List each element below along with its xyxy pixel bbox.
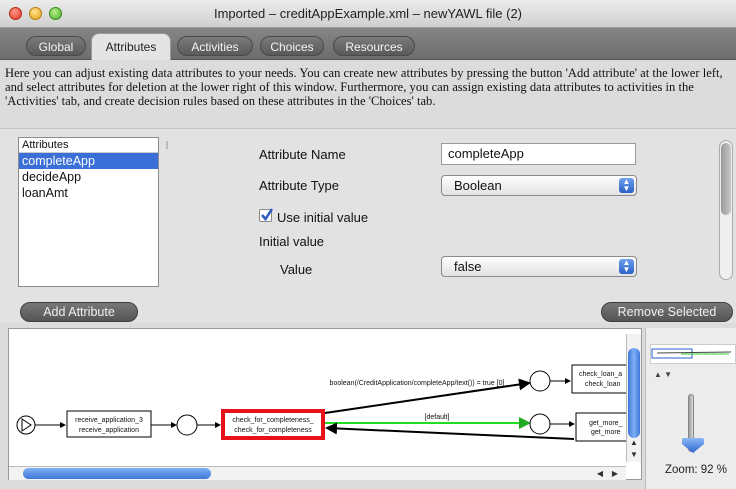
select-arrows-icon: ▲ ▼ <box>619 178 634 193</box>
minimap-preview <box>651 348 732 359</box>
attribute-list-header: Attributes <box>19 138 158 153</box>
select-arrows-icon: ▲ ▼ <box>619 259 634 274</box>
tab-attributes[interactable]: Attributes <box>91 33 171 60</box>
remove-selected-button[interactable]: Remove Selected <box>601 302 733 322</box>
tab-global[interactable]: Global <box>26 36 86 56</box>
title-bar: Imported – creditAppExample.xml – newYAW… <box>0 0 736 28</box>
initial-value-label: Initial value <box>259 234 325 249</box>
use-initial-value-label: Use initial value <box>277 210 369 225</box>
process-diagram: receive_application_3 receive_applicatio… <box>16 364 633 442</box>
task-check-label-1: check_for_completeness_ <box>232 417 313 424</box>
tab-activities[interactable]: Activities <box>177 36 253 56</box>
form-scrollbar-thumb[interactable] <box>721 143 731 215</box>
value-select[interactable]: false ▲ ▼ <box>441 256 637 277</box>
attribute-list-item[interactable]: decideApp <box>19 169 158 185</box>
checkmark-icon <box>261 208 274 222</box>
start-event <box>16 415 36 435</box>
attribute-list-item[interactable]: completeApp <box>19 153 158 169</box>
graph-horizontal-scrollbar[interactable]: ◀ ▶ <box>9 466 626 480</box>
attribute-type-value: Boolean <box>454 178 502 193</box>
task-get-more <box>575 412 633 442</box>
attribute-name-label: Attribute Name <box>259 147 346 162</box>
attribute-type-select[interactable]: Boolean ▲ ▼ <box>441 175 637 196</box>
attribute-name-input[interactable]: completeApp <box>441 143 636 165</box>
scroll-right-icon[interactable]: ▶ <box>609 468 621 480</box>
task-get-more-label-2: get_more <box>591 429 621 436</box>
condition-node <box>529 413 551 435</box>
edge-condition-label: boolean(/CreditApplication/completeApp/t… <box>330 380 505 387</box>
graph-horizontal-scrollbar-thumb[interactable] <box>23 468 211 479</box>
form-scrollbar[interactable] <box>719 140 733 280</box>
graph-vertical-scrollbar-thumb[interactable] <box>628 348 640 438</box>
scroll-up-icon[interactable]: ▲ <box>628 437 640 449</box>
graph-minimap[interactable] <box>650 344 736 364</box>
condition-node <box>529 370 551 392</box>
scroll-down-icon[interactable]: ▼ <box>628 449 640 461</box>
task-get-more-label-1: get_more_ <box>589 420 623 427</box>
add-attribute-button[interactable]: Add Attribute <box>20 302 138 322</box>
edge-default-label: [default] <box>425 414 450 421</box>
tab-resources[interactable]: Resources <box>333 36 415 56</box>
tab-bar: Global Attributes Activities Choices Res… <box>0 28 736 60</box>
scroll-left-icon[interactable]: ◀ <box>594 468 606 480</box>
zoom-level-label: Zoom: 92 % <box>665 464 727 476</box>
condition-node <box>176 414 198 436</box>
attribute-list-item[interactable]: loanAmt <box>19 185 158 201</box>
value-select-value: false <box>454 259 482 274</box>
task-check-label-2: check_for_completeness <box>234 427 312 434</box>
attribute-type-label: Attribute Type <box>259 178 339 193</box>
value-label: Value <box>280 262 313 277</box>
tab-choices[interactable]: Choices <box>260 36 324 56</box>
task-check-loan <box>571 364 633 394</box>
use-initial-value-checkbox[interactable] <box>259 208 274 222</box>
process-graph[interactable]: receive_application_3 receive_applicatio… <box>8 328 642 480</box>
graph-vertical-scrollbar[interactable]: ▲ ▼ <box>626 334 641 462</box>
splitter-handle[interactable] <box>166 141 168 149</box>
window-title: Imported – creditAppExample.xml – newYAW… <box>213 6 523 21</box>
task-check-loan-label-2: check_loan <box>585 381 621 388</box>
description-text: Here you can adjust existing data attrib… <box>5 66 723 108</box>
attribute-list[interactable]: Attributes completeApp decideApp loanAmt <box>18 137 159 287</box>
zoom-arrows-icon[interactable]: ▲ ▼ <box>654 370 672 379</box>
task-receive-label-1: receive_application_3 <box>75 417 143 424</box>
task-check-loan-label-1: check_loan_a <box>579 371 622 378</box>
task-receive-label-2: receive_application <box>79 427 139 434</box>
